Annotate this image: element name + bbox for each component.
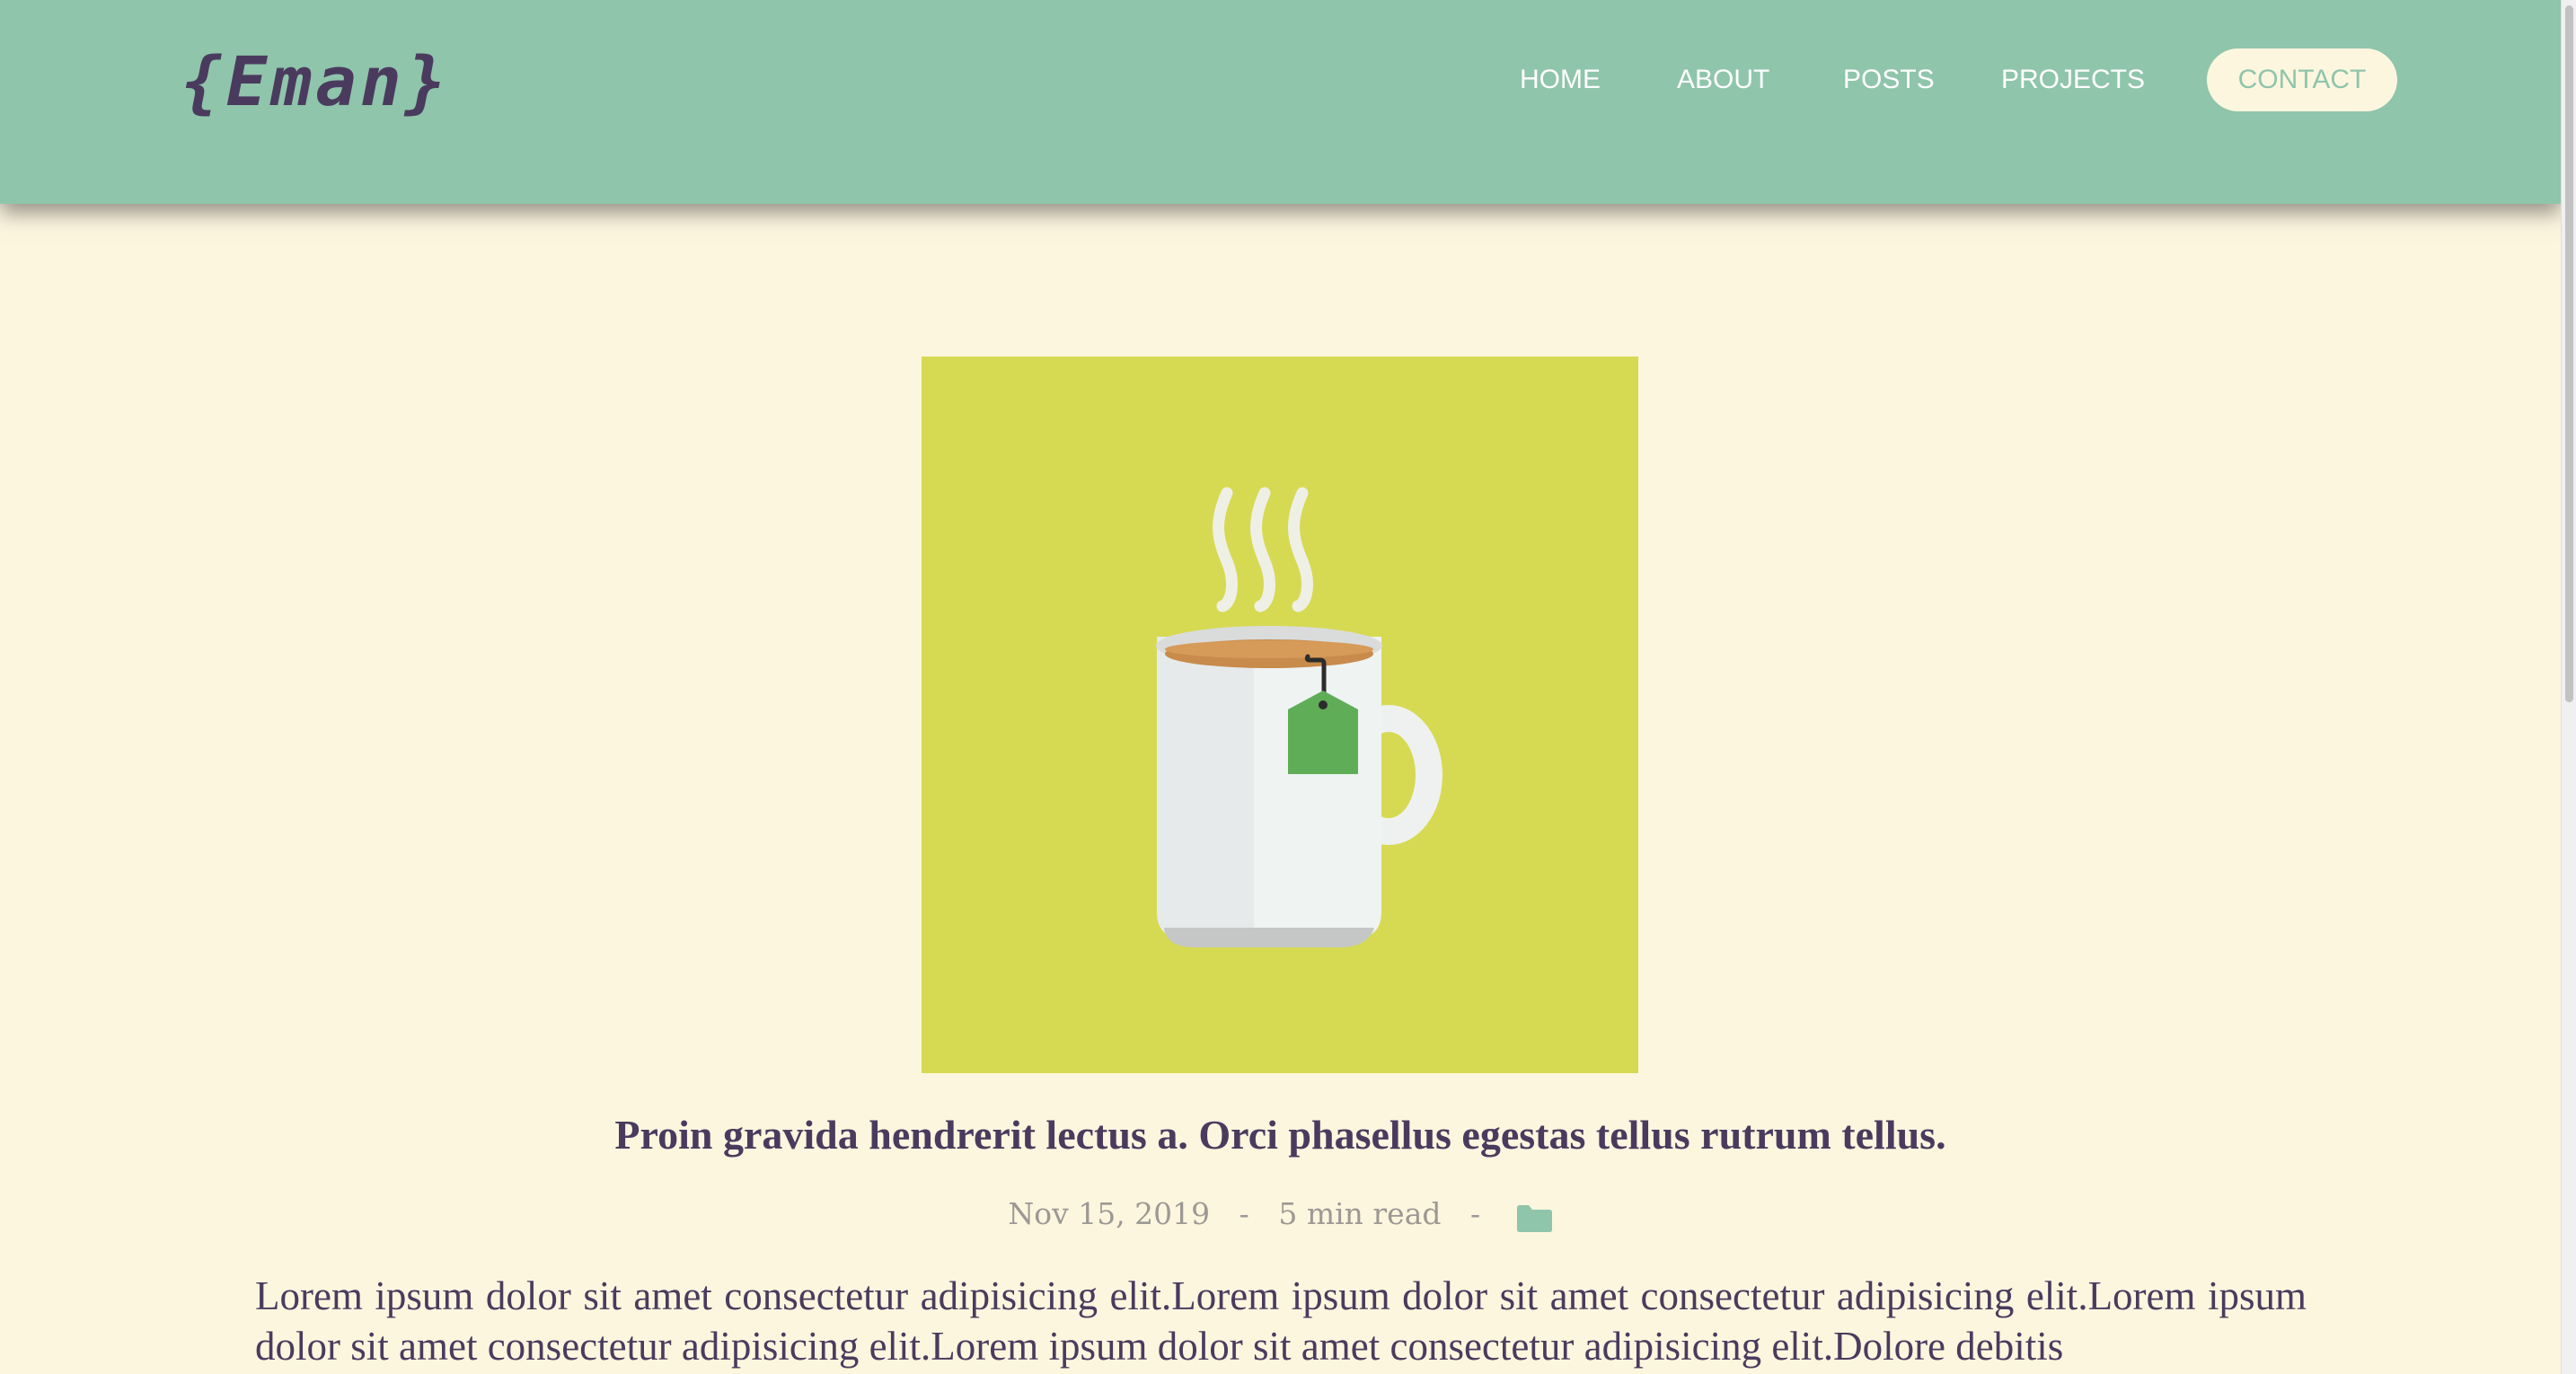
nav-about-link[interactable]: ABOUT [1677,48,1769,111]
post-body: Lorem ipsum dolor sit amet consectetur a… [255,1273,2307,1369]
nav-home-link[interactable]: HOME [1520,48,1601,111]
scrollbar-thumb[interactable] [2565,5,2573,702]
site-header: {Eman} HOME ABOUT POSTS PROJECTS CONTACT [0,0,2561,204]
tea-mug-icon [1156,487,1442,947]
folder-icon[interactable] [1515,1196,1553,1232]
page-scrollbar[interactable] [2561,0,2576,1374]
main-nav: HOME ABOUT POSTS PROJECTS [0,48,2561,111]
meta-separator: - [1239,1196,1249,1231]
nav-posts-link[interactable]: POSTS [1843,48,1935,111]
nav-projects-link[interactable]: PROJECTS [2001,48,2145,111]
meta-separator: - [1470,1196,1481,1231]
contact-button[interactable]: CONTACT [2207,48,2397,111]
post-date: Nov 15, 2019 [1008,1196,1211,1231]
post-read-time: 5 min read [1278,1196,1442,1231]
post-title[interactable]: Proin gravida hendrerit lectus a. Orci p… [0,1105,2561,1166]
post-meta: Nov 15, 2019 - 5 min read - [0,1185,2561,1241]
post-featured-image [922,357,1638,1073]
